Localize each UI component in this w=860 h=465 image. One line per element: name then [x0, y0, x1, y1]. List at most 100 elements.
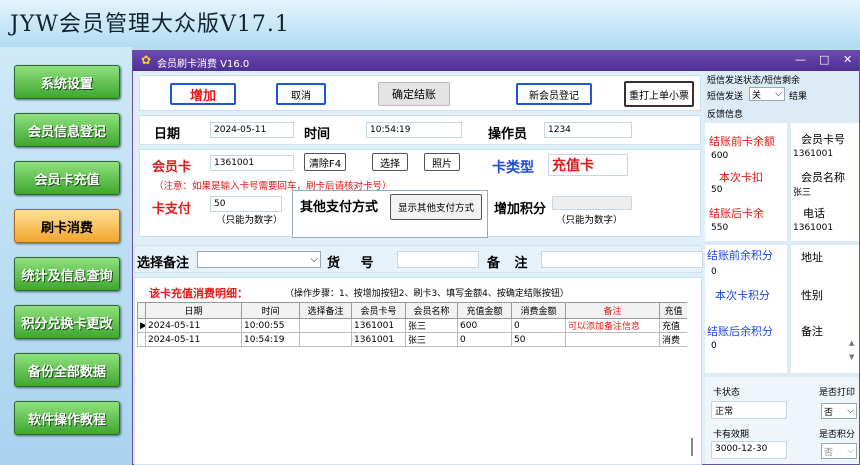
member-address-label: 地址: [801, 251, 823, 264]
info-row: 日期 2024-05-11 时间 10:54:19 操作员 1234: [139, 115, 701, 145]
right-panel: 短信发送状态/短信剩余 短信发送 关 ⌵ 结果 反馈信息 结账前卡余额 600 本…: [705, 71, 859, 464]
remark-label: 备 注: [487, 256, 528, 271]
card-type-field: 充值卡: [548, 154, 628, 176]
print-value: 否: [824, 407, 834, 418]
member-remark-label: 备注: [801, 325, 823, 338]
card-pay-field[interactable]: 50: [210, 196, 282, 212]
reprint-receipt-button[interactable]: 重打上单小票: [624, 81, 694, 107]
add-points-label: 增加积分: [494, 202, 547, 217]
consume-window: ✿ 会员刷卡消费 V16.0 — □ ✕ 增加 取消 确定结账 新会员登记 重打…: [132, 50, 860, 465]
col-type[interactable]: 充值: [659, 302, 687, 319]
app-logo-icon: ✿: [141, 53, 152, 67]
sidebar-item-tutorial[interactable]: 软件操作教程: [14, 401, 120, 435]
deduct-label: 本次卡扣: [719, 171, 763, 184]
sidebar-item-member-registration[interactable]: 会员信息登记: [14, 113, 120, 147]
detail-steps: （操作步骤：1、按增加按钮2、刷卡3、填写金额4、按确定结账按钮）: [285, 289, 569, 299]
table-row[interactable]: 2024-05-11 10:54:19 1361001 张三 0 50 消费: [137, 332, 687, 347]
col-consume-amount[interactable]: 消费金额: [511, 302, 566, 319]
expiry-value: 3000-12-30: [711, 441, 787, 459]
sidebar-item-points-exchange[interactable]: 积分兑换卡更改: [14, 305, 120, 339]
chevron-down-icon: ⌵: [847, 406, 854, 416]
add-button[interactable]: 增加: [170, 83, 236, 105]
date-label: 日期: [154, 127, 181, 142]
chevron-down-icon: ⌵: [775, 89, 782, 99]
close-icon[interactable]: ✕: [843, 53, 852, 66]
vertical-scrollbar[interactable]: [691, 438, 693, 456]
col-card-number[interactable]: 会员卡号: [351, 302, 406, 319]
chevron-down-icon: ⌵: [310, 254, 318, 265]
sidebar-item-card-consume[interactable]: 刷卡消费: [14, 209, 120, 243]
card-state-label: 卡状态: [713, 388, 741, 398]
date-field[interactable]: 2024-05-11: [210, 122, 294, 138]
card-number-field[interactable]: 1361001: [210, 155, 294, 171]
card-type-label: 卡类型: [492, 160, 534, 176]
sidebar-item-system-settings[interactable]: 系统设置: [14, 65, 120, 99]
card-label: 会员卡: [152, 160, 192, 175]
detail-table: 日期 时间 选择备注 会员卡号 会员名称 充值金额 消费金额 备注 充值 ▶ 2…: [137, 302, 687, 347]
points-now-label: 本次卡积分: [715, 289, 770, 302]
col-date[interactable]: 日期: [145, 302, 242, 319]
balance-before-value: 600: [711, 151, 729, 161]
print-select[interactable]: 否 ⌵: [821, 403, 857, 419]
add-points-hint: （只能为数字）: [556, 215, 623, 226]
app-title: JYW会员管理大众版V17.1: [10, 12, 290, 37]
expiry-label: 卡有效期: [713, 430, 750, 440]
cancel-button[interactable]: 取消: [276, 83, 326, 105]
chevron-down-icon: ⌵: [847, 446, 854, 456]
time-label: 时间: [304, 127, 331, 142]
app-header: JYW会员管理大众版V17.1: [0, 0, 860, 47]
operator-label: 操作员: [488, 127, 528, 142]
table-row[interactable]: ▶ 2024-05-11 10:00:55 1361001 张三 600 0 可…: [137, 318, 687, 333]
new-member-button[interactable]: 新会员登记: [516, 83, 592, 105]
col-time[interactable]: 时间: [241, 302, 300, 319]
sms-header: 短信发送状态/短信剩余: [707, 76, 801, 86]
maximize-icon[interactable]: □: [819, 53, 829, 66]
col-remark[interactable]: 备注: [565, 302, 660, 319]
points-enable-value: 否: [824, 447, 834, 458]
points-enable-label: 是否积分: [819, 430, 856, 440]
minimize-icon[interactable]: —: [795, 53, 806, 66]
member-card-label: 会员卡号: [801, 133, 845, 146]
confirm-checkout-button[interactable]: 确定结账: [378, 82, 450, 106]
balance-after-value: 550: [711, 223, 729, 233]
sidebar-item-card-recharge[interactable]: 会员卡充值: [14, 161, 120, 195]
goods-number-field[interactable]: [397, 251, 479, 268]
remark-select[interactable]: ⌵: [197, 251, 321, 268]
points-box: [705, 245, 787, 373]
col-member-name[interactable]: 会员名称: [405, 302, 458, 319]
points-before-value: 0: [711, 267, 717, 277]
scroll-up-icon[interactable]: ▲: [849, 339, 854, 347]
col-select-remark[interactable]: 选择备注: [299, 302, 352, 319]
choose-button[interactable]: 选择: [372, 153, 408, 171]
balance-after-label: 结账后卡余: [709, 207, 764, 220]
select-remark-label: 选择备注: [137, 256, 190, 271]
member-card-value: 1361001: [793, 149, 834, 159]
scroll-down-icon[interactable]: ▼: [849, 353, 854, 361]
add-points-field[interactable]: [552, 196, 632, 210]
col-recharge-amount[interactable]: 充值金额: [457, 302, 512, 319]
member-gender-label: 性别: [801, 289, 823, 302]
operator-field[interactable]: 1234: [544, 122, 632, 138]
remark-field[interactable]: [541, 251, 703, 268]
sidebar-item-statistics[interactable]: 统计及信息查询: [14, 257, 120, 291]
detail-table-wrap: 日期 时间 选择备注 会员卡号 会员名称 充值金额 消费金额 备注 充值 ▶ 2…: [137, 302, 687, 464]
card-section: 会员卡 1361001 清除F4 选择 照片 卡类型 充值卡 （注意：如果是输入…: [139, 149, 701, 238]
member-phone-label: 电话: [803, 207, 825, 220]
points-enable-select[interactable]: 否 ⌵: [821, 443, 857, 459]
clear-f4-button[interactable]: 清除F4: [304, 153, 346, 171]
show-other-pay-button[interactable]: 显示其他支付方式: [390, 194, 482, 220]
print-label: 是否打印: [819, 388, 856, 398]
member-name-label: 会员名称: [801, 171, 845, 184]
deduct-value: 50: [711, 185, 723, 195]
sms-send-select[interactable]: 关 ⌵: [749, 87, 785, 101]
other-pay-label: 其他支付方式: [300, 200, 379, 215]
points-before-label: 结账前余积分: [707, 249, 773, 262]
sms-send-label: 短信发送: [707, 92, 744, 102]
photo-button[interactable]: 照片: [424, 153, 460, 171]
sms-send-value: 关: [752, 90, 762, 101]
row-selected-icon: ▶: [137, 318, 146, 333]
time-field[interactable]: 10:54:19: [366, 122, 462, 138]
points-after-label: 结账后余积分: [707, 325, 773, 338]
toolbar: 增加 取消 确定结账 新会员登记 重打上单小票: [139, 75, 701, 111]
sidebar-item-backup[interactable]: 备份全部数据: [14, 353, 120, 387]
